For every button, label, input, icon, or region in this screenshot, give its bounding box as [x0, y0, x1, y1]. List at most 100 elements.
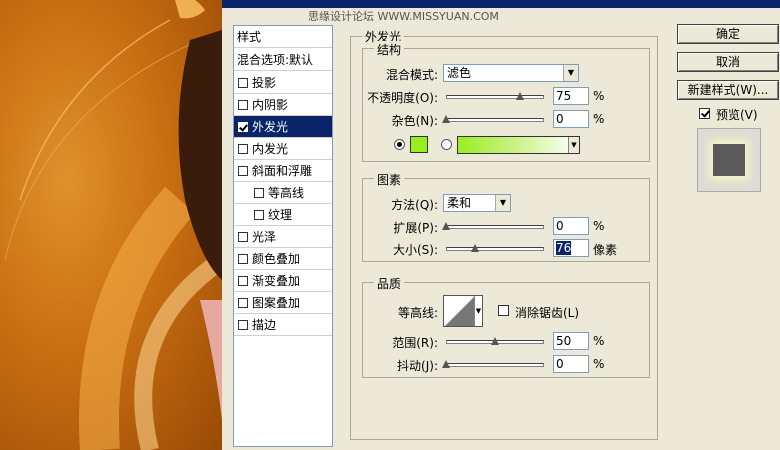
- chevron-down-icon: ▼: [474, 296, 482, 326]
- chevron-down-icon: ▼: [568, 137, 579, 153]
- checkbox-icon[interactable]: [238, 231, 248, 242]
- checked-checkbox-icon[interactable]: [238, 121, 248, 132]
- technique-label: 方法(Q):: [391, 198, 438, 212]
- jitter-unit: %: [593, 357, 605, 371]
- elements-title: 图素: [374, 171, 405, 188]
- style-item-label: 内发光: [252, 142, 289, 156]
- style-item-label: 描边: [252, 318, 277, 332]
- checkbox-icon[interactable]: [238, 165, 248, 176]
- style-item[interactable]: 外发光: [234, 116, 332, 138]
- spread-slider[interactable]: [446, 225, 544, 229]
- antialias-label: 消除锯齿(L): [515, 306, 580, 320]
- style-item-label: 颜色叠加: [252, 252, 301, 266]
- title-bar: [222, 0, 780, 8]
- contour-label: 等高线:: [397, 306, 438, 320]
- style-item-label: 光泽: [252, 230, 277, 244]
- opacity-slider[interactable]: [446, 95, 544, 99]
- watermark: 思缘设计论坛 WWW.MISSYUAN.COM: [308, 10, 499, 23]
- opacity-unit: %: [593, 89, 605, 103]
- style-item[interactable]: 渐变叠加: [234, 270, 332, 292]
- blend-options-item[interactable]: 混合选项:默认: [234, 49, 332, 71]
- spread-input[interactable]: 0: [553, 217, 589, 235]
- contour-picker[interactable]: ▼: [443, 295, 483, 327]
- preview-label: 预览(V): [716, 108, 758, 122]
- checkbox-icon[interactable]: [238, 297, 248, 308]
- size-value: 76: [556, 241, 572, 255]
- size-label: 大小(S):: [392, 243, 438, 257]
- preview-checkbox[interactable]: [699, 108, 710, 119]
- checkbox-icon[interactable]: [254, 187, 264, 198]
- style-item-label: 投影: [252, 76, 277, 90]
- styles-list: 样式 混合选项:默认 投影内阴影外发光内发光斜面和浮雕等高线纹理光泽颜色叠加渐变…: [233, 25, 333, 447]
- gradient-radio[interactable]: [441, 139, 452, 150]
- gradient-picker[interactable]: ▼: [457, 136, 580, 154]
- noise-label: 杂色(N):: [391, 114, 438, 128]
- noise-slider-thumb[interactable]: [442, 115, 450, 123]
- technique-select[interactable]: 柔和 ▼: [443, 194, 511, 212]
- spread-unit: %: [593, 219, 605, 233]
- canvas-artwork: [0, 0, 222, 450]
- range-label: 范围(R):: [392, 336, 438, 350]
- solid-color-radio[interactable]: [394, 139, 405, 150]
- noise-slider[interactable]: [446, 118, 544, 122]
- range-slider-thumb[interactable]: [491, 337, 499, 345]
- spread-slider-thumb[interactable]: [442, 222, 450, 230]
- style-item[interactable]: 纹理: [234, 204, 332, 226]
- glow-color-swatch[interactable]: [410, 136, 428, 153]
- blend-mode-value: 滤色: [447, 66, 472, 80]
- technique-value: 柔和: [447, 196, 472, 210]
- style-item-label: 图案叠加: [252, 296, 301, 310]
- opacity-label: 不透明度(O):: [367, 91, 438, 105]
- jitter-label: 抖动(J):: [397, 359, 438, 373]
- chevron-down-icon: ▼: [495, 195, 510, 211]
- jitter-slider-thumb[interactable]: [442, 360, 450, 368]
- noise-input[interactable]: 0: [553, 110, 589, 128]
- style-item-label: 纹理: [268, 208, 293, 222]
- artwork-image: [4, 0, 222, 450]
- range-unit: %: [593, 334, 605, 348]
- new-style-button[interactable]: 新建样式(W)...: [677, 80, 779, 100]
- checkbox-icon[interactable]: [254, 209, 264, 220]
- opacity-input[interactable]: 75: [553, 87, 589, 105]
- style-item[interactable]: 描边: [234, 314, 332, 336]
- style-item-label: 渐变叠加: [252, 274, 301, 288]
- size-slider-thumb[interactable]: [471, 244, 480, 252]
- size-slider[interactable]: [446, 247, 544, 251]
- checkbox-icon[interactable]: [238, 77, 248, 88]
- style-item[interactable]: 内阴影: [234, 94, 332, 116]
- blend-mode-label: 混合模式:: [385, 68, 438, 82]
- noise-unit: %: [593, 112, 605, 126]
- ok-button[interactable]: 确定: [677, 24, 779, 44]
- checkbox-icon[interactable]: [238, 253, 248, 264]
- style-item-label: 斜面和浮雕: [252, 164, 313, 178]
- style-item[interactable]: 光泽: [234, 226, 332, 248]
- preview-swatch: [713, 144, 745, 176]
- checkbox-icon[interactable]: [238, 143, 248, 154]
- style-item-label: 等高线: [268, 186, 305, 200]
- cancel-button[interactable]: 取消: [677, 52, 779, 72]
- style-item[interactable]: 内发光: [234, 138, 332, 160]
- contour-preview-icon: [445, 296, 475, 326]
- styles-header[interactable]: 样式: [234, 26, 332, 48]
- antialias-checkbox[interactable]: [498, 305, 509, 316]
- checkbox-icon[interactable]: [238, 275, 248, 286]
- style-item[interactable]: 等高线: [234, 182, 332, 204]
- style-item[interactable]: 颜色叠加: [234, 248, 332, 270]
- blend-mode-select[interactable]: 滤色 ▼: [443, 64, 579, 82]
- quality-title: 品质: [374, 275, 405, 292]
- checkbox-icon[interactable]: [238, 99, 248, 110]
- size-input[interactable]: 76: [553, 239, 589, 257]
- style-item[interactable]: 投影: [234, 72, 332, 94]
- jitter-slider[interactable]: [446, 363, 544, 367]
- chevron-down-icon: ▼: [563, 65, 578, 81]
- style-item[interactable]: 图案叠加: [234, 292, 332, 314]
- range-input[interactable]: 50: [553, 332, 589, 350]
- checkbox-icon[interactable]: [238, 319, 248, 330]
- jitter-input[interactable]: 0: [553, 355, 589, 373]
- style-preview: [697, 128, 761, 192]
- style-item[interactable]: 斜面和浮雕: [234, 160, 332, 182]
- opacity-slider-thumb[interactable]: [515, 92, 524, 100]
- style-item-label: 外发光: [252, 120, 289, 134]
- spread-label: 扩展(P):: [393, 221, 438, 235]
- style-item-label: 内阴影: [252, 98, 289, 112]
